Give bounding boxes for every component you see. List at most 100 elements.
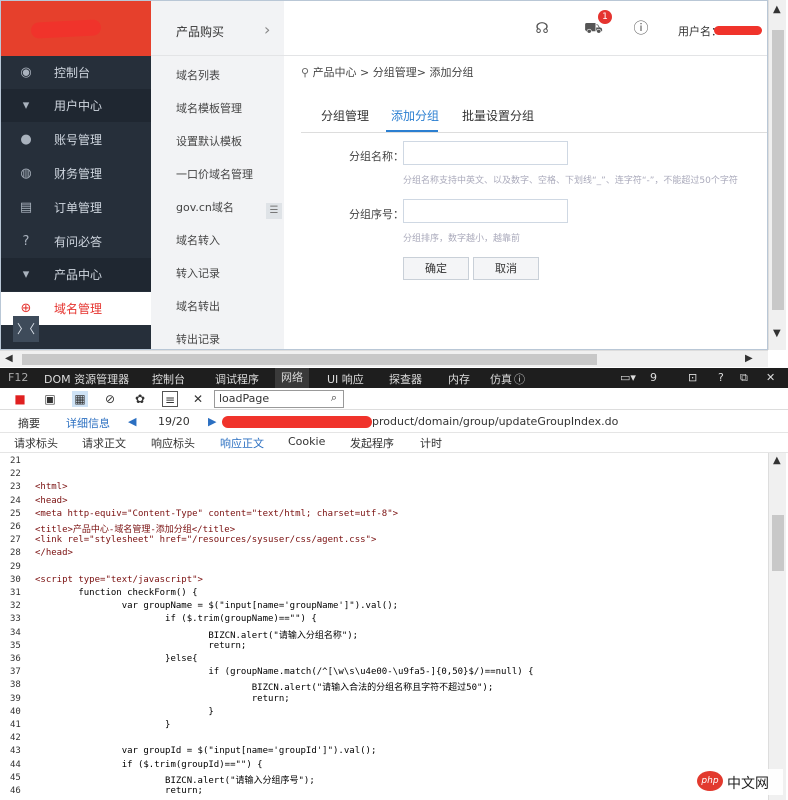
devtools-tab-network[interactable]: 网络 (275, 368, 309, 388)
subtab-initiator[interactable]: 发起程序 (350, 435, 394, 451)
monitor-icon[interactable]: ▭▾ (620, 371, 636, 384)
code-line: </head> (35, 548, 73, 559)
subtab-response-headers[interactable]: 响应标头 (151, 435, 195, 451)
devtools-tab-emulation[interactable]: 仿真 (490, 371, 512, 387)
scroll-up-icon[interactable]: ▲ (773, 455, 781, 466)
help-circle-icon[interactable]: ⓘ (632, 19, 650, 37)
prev-request-icon[interactable]: ◀ (128, 415, 136, 428)
sidebar-item-label: 用户中心 (54, 99, 103, 113)
scroll-right-icon[interactable]: ▶ (745, 353, 753, 364)
scroll-down-icon[interactable]: ▼ (773, 328, 781, 339)
subnav-item-default-template[interactable]: 设置默认模板 (176, 133, 242, 149)
sidebar-item-orders[interactable]: ▤ 订单管理 (1, 191, 151, 224)
cancel-button[interactable]: 取消 (473, 257, 539, 280)
scroll-left-icon[interactable]: ◀ (5, 353, 13, 364)
subnav-item-domain-templates[interactable]: 域名模板管理 (176, 100, 242, 116)
finance-icon: ◍ (20, 165, 32, 181)
subnav-item-transfer-out-records[interactable]: 转出记录 (176, 331, 220, 347)
save-icon[interactable]: ▣ (42, 391, 58, 407)
code-line: if ($.trim(groupName)=="") { (35, 614, 317, 625)
info-icon[interactable]: ⓘ (514, 371, 525, 387)
code-line: }else{ (35, 654, 198, 664)
code-line: <head> (35, 495, 68, 506)
line-number: 44 (10, 759, 21, 770)
devtools-search-input[interactable]: loadPage (214, 390, 344, 408)
subnav-header[interactable]: 产品购买 › (151, 1, 284, 56)
clear-cache-icon[interactable]: ✿ (132, 391, 148, 407)
subtab-response-body[interactable]: 响应正文 (220, 435, 264, 451)
sidebar-item-dashboard[interactable]: ◉ 控制台 (1, 56, 151, 89)
code-line: BIZCN.alert("请输入分组名称"); (35, 630, 359, 641)
subnav-item-transfer-in[interactable]: 域名转入 (176, 232, 220, 248)
sidebar-group-user-center[interactable]: ▾ 用户中心 (1, 89, 151, 122)
details-tab[interactable]: 详细信息 (66, 415, 110, 431)
subtab-request-headers[interactable]: 请求标头 (14, 435, 58, 451)
tab-batch-set-group[interactable]: 批量设置分组 (462, 107, 534, 124)
stop-recording-icon[interactable]: ■ (12, 391, 28, 407)
php-logo: php (697, 771, 723, 791)
breadcrumb-text: 产品中心 > 分组管理> 添加分组 (312, 66, 474, 79)
devtools-toolbar: ■ ▣ ▦ ⊘ ✿ ≡ ✕ (0, 388, 788, 410)
code-line: BIZCN.alert("请输入分组序号"); (35, 775, 315, 786)
group-order-label: 分组序号： (349, 208, 404, 221)
subtab-request-body[interactable]: 请求正文 (82, 435, 126, 451)
clear-on-navigate-icon[interactable]: ▦ (72, 391, 88, 407)
help-icon[interactable]: ? (718, 371, 724, 384)
sidebar-item-finance[interactable]: ◍ 财务管理 (1, 157, 151, 190)
devtools-tab-ui-responsiveness[interactable]: UI 响应 (327, 371, 364, 387)
subnav-item-domain-list[interactable]: 域名列表 (176, 67, 220, 83)
page-vertical-scrollbar[interactable]: ▲ ▼ (768, 0, 786, 350)
line-number: 43 (10, 746, 21, 757)
sidebar-item-account[interactable]: ● 账号管理 (1, 123, 151, 156)
watermark: php 中文网 (697, 769, 783, 795)
line-number: 24 (10, 495, 21, 506)
drag-handle-icon[interactable]: ☰ (266, 203, 282, 219)
subtab-cookie[interactable]: Cookie (288, 435, 325, 448)
location-pin-icon: ⚲ (301, 66, 313, 79)
logo (1, 1, 151, 56)
devtools-tab-console[interactable]: 控制台 (152, 371, 185, 387)
tab-group-management[interactable]: 分组管理 (321, 107, 369, 124)
undock-icon[interactable]: ⧉ (740, 371, 748, 385)
devtools-tab-debugger[interactable]: 调试程序 (215, 371, 259, 387)
tab-add-group[interactable]: 添加分组 (391, 107, 439, 124)
summary-tab[interactable]: 摘要 (18, 415, 40, 431)
sidebar-item-faq[interactable]: ? 有问必答 (1, 225, 151, 258)
code-vertical-scrollbar[interactable]: ▲ (768, 453, 786, 800)
devtools-tab-profiler[interactable]: 探查器 (389, 371, 422, 387)
next-request-icon[interactable]: ▶ (208, 415, 216, 428)
subnav: 域名列表 域名模板管理 设置默认模板 一口价域名管理 gov.cn域名 域名转入… (151, 56, 284, 349)
group-name-input[interactable] (403, 141, 568, 165)
close-icon[interactable]: ✕ (766, 371, 775, 384)
devtools-tab-memory[interactable]: 内存 (448, 371, 470, 387)
filter-icon[interactable]: ≡ (162, 391, 178, 407)
clear-entries-icon[interactable]: ⊘ (102, 391, 118, 407)
subtab-timing[interactable]: 计时 (420, 435, 442, 451)
cancel-icon[interactable]: ✕ (190, 391, 206, 407)
search-icon[interactable]: ⌕ (326, 391, 342, 407)
confirm-button[interactable]: 确定 (403, 257, 469, 280)
headset-icon[interactable]: ☊ (533, 19, 551, 37)
caret-down-icon: ▾ (22, 266, 30, 282)
subnav-item-transfer-in-records[interactable]: 转入记录 (176, 265, 220, 281)
group-order-input[interactable] (403, 199, 568, 223)
console-toggle-icon[interactable]: ⊡ (688, 371, 697, 384)
code-line: <link rel="stylesheet" href="/resources/… (35, 535, 377, 546)
sidebar-item-label: 域名管理 (54, 302, 103, 316)
subnav-item-fixed-price[interactable]: 一口价域名管理 (176, 166, 253, 182)
scrollbar-thumb[interactable] (772, 30, 784, 310)
code-line: return; (35, 693, 290, 704)
sidebar-group-product-center[interactable]: ▾ 产品中心 (1, 258, 151, 291)
scrollbar-thumb[interactable] (772, 515, 784, 571)
scrollbar-thumb[interactable] (22, 354, 597, 365)
tab-bar: 分组管理 添加分组 批量设置分组 (301, 101, 767, 133)
subnav-item-transfer-out[interactable]: 域名转出 (176, 298, 220, 314)
page-horizontal-scrollbar[interactable]: ◀ ▶ (0, 350, 768, 367)
dashboard-icon: ◉ (20, 64, 32, 80)
subnav-item-gov-cn[interactable]: gov.cn域名 (176, 199, 234, 215)
sidebar-collapse-button[interactable]: 〉〈 (13, 316, 39, 342)
redacted-username (714, 26, 762, 35)
scroll-up-icon[interactable]: ▲ (773, 4, 781, 15)
devtools-tab-dom[interactable]: DOM 资源管理器 (44, 371, 129, 387)
line-number: 37 (10, 667, 21, 678)
